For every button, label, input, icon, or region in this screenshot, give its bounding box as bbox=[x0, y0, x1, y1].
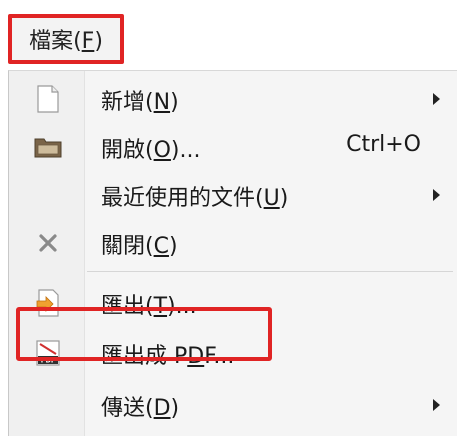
menu-item-close[interactable]: 關閉(C) bbox=[9, 217, 457, 269]
menu-item-new[interactable]: 新增(N) bbox=[9, 73, 457, 125]
menu-item-export-label: 匯出(T)... bbox=[101, 294, 197, 319]
menu-item-send-label: 傳送(D) bbox=[101, 396, 180, 421]
close-x-icon bbox=[33, 229, 63, 257]
menu-item-open-label: 開啟(O)... bbox=[101, 138, 201, 163]
export-icon bbox=[33, 289, 63, 317]
pdf-icon: PDF bbox=[33, 339, 63, 367]
menu-item-export[interactable]: 匯出(T)... bbox=[9, 277, 457, 329]
blank-document-icon bbox=[33, 85, 63, 113]
menu-item-recent-label: 最近使用的文件(U) bbox=[101, 186, 289, 211]
menu-item-open[interactable]: 開啟(O)... Ctrl+O bbox=[9, 121, 457, 173]
folder-icon bbox=[33, 133, 63, 161]
menu-item-recent-documents[interactable]: 最近使用的文件(U) bbox=[9, 169, 457, 221]
menu-item-new-label: 新增(N) bbox=[101, 90, 179, 115]
submenu-arrow-icon bbox=[433, 189, 440, 201]
menu-item-export-pdf[interactable]: PDF 匯出成 PDF... bbox=[9, 327, 457, 379]
menu-separator bbox=[87, 271, 453, 272]
file-menu-label: 檔案(F) bbox=[29, 29, 103, 54]
submenu-arrow-icon bbox=[433, 93, 440, 105]
svg-text:PDF: PDF bbox=[41, 357, 56, 365]
menu-item-export-pdf-label: 匯出成 PDF... bbox=[101, 344, 235, 369]
menu-item-close-label: 關閉(C) bbox=[101, 234, 178, 259]
menu-item-send[interactable]: 傳送(D) bbox=[9, 379, 457, 431]
file-menu-button[interactable]: 檔案(F) bbox=[8, 14, 124, 64]
menu-item-open-shortcut: Ctrl+O bbox=[346, 132, 421, 157]
screenshot-stage: 檔案(F) 新增(N) 開啟(O)... Ctrl+O 最近使用的文件(U) 關… bbox=[0, 0, 457, 436]
file-menu-dropdown: 新增(N) 開啟(O)... Ctrl+O 最近使用的文件(U) 關閉(C) 匯… bbox=[8, 70, 457, 436]
submenu-arrow-icon bbox=[433, 399, 440, 411]
